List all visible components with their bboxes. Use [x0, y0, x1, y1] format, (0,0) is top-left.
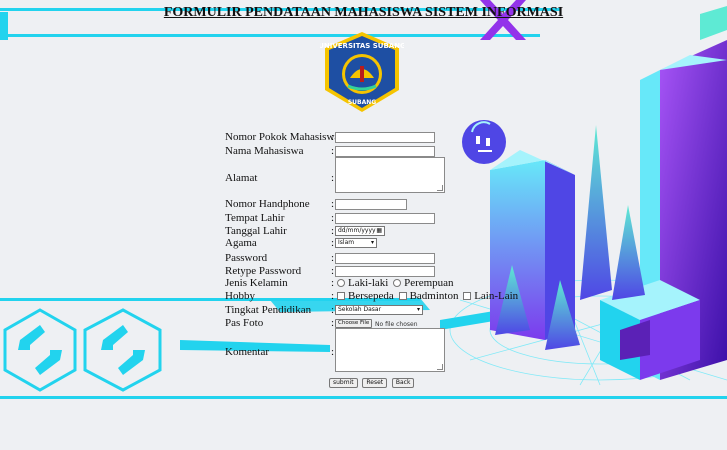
svg-text:UNIVERSITAS SUBANG: UNIVERSITAS SUBANG — [320, 42, 404, 50]
pendidikan-select[interactable]: Sekolah Dasar ▾ — [335, 305, 423, 316]
tempat-lahir-sep: : — [331, 212, 335, 224]
form-buttons: submit Reset Back — [329, 377, 416, 389]
alamat-textarea[interactable] — [335, 157, 445, 193]
foto-label: Pas Foto — [225, 317, 264, 329]
pendidikan-label: Tingkat Pendidikan — [225, 304, 312, 316]
tanggal-lahir-sep: : — [331, 225, 335, 237]
foto-sep: : — [331, 317, 335, 329]
hobby-label: Hobby — [225, 290, 255, 302]
agama-label: Agama — [225, 237, 257, 249]
jenis-kelamin-label: Jenis Kelamin — [225, 277, 288, 289]
password-label: Password — [225, 252, 268, 264]
agama-selected: Islam — [338, 239, 355, 247]
agama-sep: : — [331, 237, 335, 249]
reset-button[interactable]: Reset — [362, 378, 388, 389]
hp-label: Nomor Handphone — [225, 198, 310, 210]
nama-label: Nama Mahasiswa — [225, 145, 304, 157]
pendidikan-sep: : — [331, 304, 335, 316]
tempat-lahir-input[interactable] — [335, 212, 435, 224]
npm-input[interactable] — [335, 131, 435, 143]
tanggal-lahir-input[interactable]: dd/mm/yyyy ▦ — [335, 226, 385, 237]
badminton-label: Badminton — [409, 290, 459, 302]
date-placeholder: dd/mm/yyyy — [338, 227, 376, 235]
retype-password-sep: : — [331, 265, 335, 277]
chevron-down-icon: ▾ — [416, 306, 420, 314]
komentar-label: Komentar — [225, 346, 269, 358]
tempat-lahir-label: Tempat Lahir — [225, 212, 285, 224]
svg-text:SUBANG: SUBANG — [348, 99, 376, 106]
retype-password-input[interactable] — [335, 265, 435, 277]
choose-file-button[interactable]: Choose File — [335, 318, 373, 328]
file-status: No file chosen — [375, 321, 418, 328]
tanggal-lahir-label: Tanggal Lahir — [225, 225, 287, 237]
bersepeda-label: Bersepeda — [348, 290, 394, 302]
komentar-textarea[interactable] — [335, 328, 445, 372]
pendidikan-selected: Sekolah Dasar — [338, 306, 382, 314]
alamat-label: Alamat — [225, 172, 258, 184]
password-sep: : — [331, 252, 335, 264]
laki-laki-label: Laki-laki — [348, 277, 389, 289]
calendar-icon[interactable]: ▦ — [376, 227, 382, 235]
retype-password-label: Retype Password — [225, 265, 302, 277]
agama-select[interactable]: Islam ▾ — [335, 238, 377, 249]
hp-input[interactable] — [335, 198, 407, 210]
chevron-down-icon: ▾ — [370, 239, 374, 247]
password-input[interactable] — [335, 252, 435, 264]
komentar-sep: : — [331, 346, 335, 358]
radio-perempuan[interactable] — [393, 279, 402, 288]
checkbox-badminton[interactable] — [398, 292, 407, 301]
perempuan-label: Perempuan — [404, 277, 454, 289]
hp-sep: : — [331, 198, 335, 210]
alamat-sep: : — [331, 172, 335, 184]
jenis-kelamin-sep: : — [331, 277, 335, 289]
checkbox-lain-lain[interactable] — [463, 292, 472, 301]
universitas-subang-logo: UNIVERSITAS SUBANG SUBANG — [320, 32, 404, 112]
nama-sep: : — [331, 145, 335, 157]
submit-button[interactable]: submit — [329, 378, 358, 389]
back-button[interactable]: Back — [391, 378, 415, 389]
radio-laki-laki[interactable] — [337, 279, 345, 288]
hobby-sep: : — [331, 290, 335, 302]
nama-input[interactable] — [335, 145, 435, 157]
lain-lain-label: Lain-Lain — [474, 290, 519, 302]
page-title: FORMULIR PENDATAAN MAHASISWA SISTEM INFO… — [163, 5, 564, 20]
npm-sep: : — [331, 131, 335, 143]
checkbox-bersepeda[interactable] — [337, 292, 345, 301]
npm-label: Nomor Pokok Mahasiswa — [225, 131, 340, 143]
